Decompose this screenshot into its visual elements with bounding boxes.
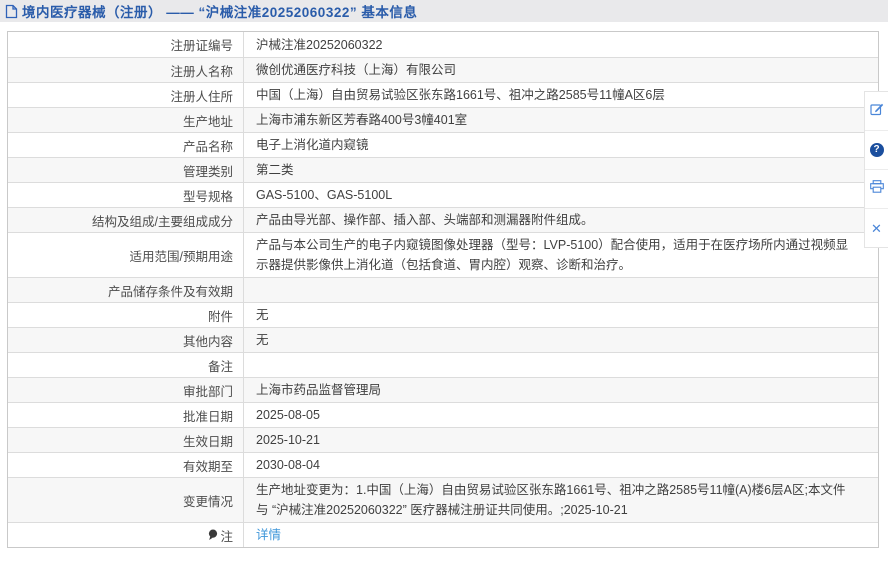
row-label: 产品名称 bbox=[8, 133, 244, 157]
row-value: 沪械注准20252060322 bbox=[244, 32, 878, 57]
row-label: 审批部门 bbox=[8, 378, 244, 402]
row-value: 产品由导光部、操作部、插入部、头端部和测漏器附件组成。 bbox=[244, 208, 878, 232]
row-label: 生效日期 bbox=[8, 428, 244, 452]
table-row: 其他内容无 bbox=[8, 327, 878, 352]
table-row: 注册人名称微创优通医疗科技（上海）有限公司 bbox=[8, 57, 878, 82]
row-label: 注册人名称 bbox=[8, 58, 244, 82]
table-row: 生效日期2025-10-21 bbox=[8, 427, 878, 452]
row-value: 无 bbox=[244, 303, 878, 327]
row-value: 微创优通医疗科技（上海）有限公司 bbox=[244, 58, 878, 82]
close-icon: ✕ bbox=[871, 222, 882, 235]
row-label: 型号规格 bbox=[8, 183, 244, 207]
table-row: 生产地址上海市浦东新区芳春路400号3幢401室 bbox=[8, 107, 878, 132]
row-value: 电子上消化道内窥镜 bbox=[244, 133, 878, 157]
table-row: 批准日期2025-08-05 bbox=[8, 402, 878, 427]
edit-button[interactable] bbox=[865, 92, 888, 131]
row-value bbox=[244, 353, 878, 377]
row-label: 变更情况 bbox=[8, 478, 244, 522]
side-toolbar: ? ✕ bbox=[864, 91, 888, 248]
row-value: 上海市药品监督管理局 bbox=[244, 378, 878, 402]
table-row: 变更情况生产地址变更为：1.中国（上海）自由贸易试验区张东路1661号、祖冲之路… bbox=[8, 477, 878, 522]
table-row: 审批部门上海市药品监督管理局 bbox=[8, 377, 878, 402]
table-row: 产品名称电子上消化道内窥镜 bbox=[8, 132, 878, 157]
row-label: 产品储存条件及有效期 bbox=[8, 278, 244, 302]
table-row: 结构及组成/主要组成成分产品由导光部、操作部、插入部、头端部和测漏器附件组成。 bbox=[8, 207, 878, 232]
row-value: 上海市浦东新区芳春路400号3幢401室 bbox=[244, 108, 878, 132]
table-row: 附件无 bbox=[8, 302, 878, 327]
row-value: 第二类 bbox=[244, 158, 878, 182]
row-label: 注册证编号 bbox=[8, 32, 244, 57]
row-value: 2030-08-04 bbox=[244, 453, 878, 477]
table-row: 产品储存条件及有效期 bbox=[8, 277, 878, 302]
row-label: 注册人住所 bbox=[8, 83, 244, 107]
info-table: 注册证编号沪械注准20252060322注册人名称微创优通医疗科技（上海）有限公… bbox=[7, 31, 879, 548]
table-row: 注详情 bbox=[8, 522, 878, 547]
table-row: 管理类别第二类 bbox=[8, 157, 878, 182]
table-row: 注册人住所中国（上海）自由贸易试验区张东路1661号、祖冲之路2585号11幢A… bbox=[8, 82, 878, 107]
table-row: 适用范围/预期用途产品与本公司生产的电子内窥镜图像处理器（型号：LVP-5100… bbox=[8, 232, 878, 277]
row-value: 2025-08-05 bbox=[244, 403, 878, 427]
row-label: 生产地址 bbox=[8, 108, 244, 132]
row-label: 批准日期 bbox=[8, 403, 244, 427]
row-label: 适用范围/预期用途 bbox=[8, 233, 244, 277]
row-value bbox=[244, 278, 878, 302]
close-button[interactable]: ✕ bbox=[865, 209, 888, 247]
row-value: GAS-5100、GAS-5100L bbox=[244, 183, 878, 207]
row-label: 注 bbox=[8, 523, 244, 547]
page-header: 境内医疗器械（注册） —— “沪械注准20252060322” 基本信息 bbox=[0, 0, 888, 22]
table-row: 有效期至2030-08-04 bbox=[8, 452, 878, 477]
row-label: 其他内容 bbox=[8, 328, 244, 352]
row-value: 产品与本公司生产的电子内窥镜图像处理器（型号：LVP-5100）配合使用，适用于… bbox=[244, 233, 878, 277]
printer-icon bbox=[870, 180, 884, 198]
row-label: 备注 bbox=[8, 353, 244, 377]
row-label: 管理类别 bbox=[8, 158, 244, 182]
row-label: 结构及组成/主要组成成分 bbox=[8, 208, 244, 232]
details-link[interactable]: 详情 bbox=[256, 525, 281, 545]
row-value: 详情 bbox=[244, 523, 878, 547]
row-value: 无 bbox=[244, 328, 878, 352]
row-value: 生产地址变更为：1.中国（上海）自由贸易试验区张东路1661号、祖冲之路2585… bbox=[244, 478, 878, 522]
document-icon bbox=[5, 4, 18, 19]
table-row: 型号规格GAS-5100、GAS-5100L bbox=[8, 182, 878, 207]
row-value: 2025-10-21 bbox=[244, 428, 878, 452]
help-icon: ? bbox=[870, 143, 884, 157]
table-row: 注册证编号沪械注准20252060322 bbox=[8, 32, 878, 57]
note-icon bbox=[208, 529, 218, 541]
print-button[interactable] bbox=[865, 170, 888, 209]
edit-icon bbox=[870, 102, 884, 121]
table-row: 备注 bbox=[8, 352, 878, 377]
row-value: 中国（上海）自由贸易试验区张东路1661号、祖冲之路2585号11幢A区6层 bbox=[244, 83, 878, 107]
row-label: 有效期至 bbox=[8, 453, 244, 477]
row-label: 附件 bbox=[8, 303, 244, 327]
help-button[interactable]: ? bbox=[865, 131, 888, 170]
page-title: 境内医疗器械（注册） —— “沪械注准20252060322” 基本信息 bbox=[22, 1, 417, 21]
